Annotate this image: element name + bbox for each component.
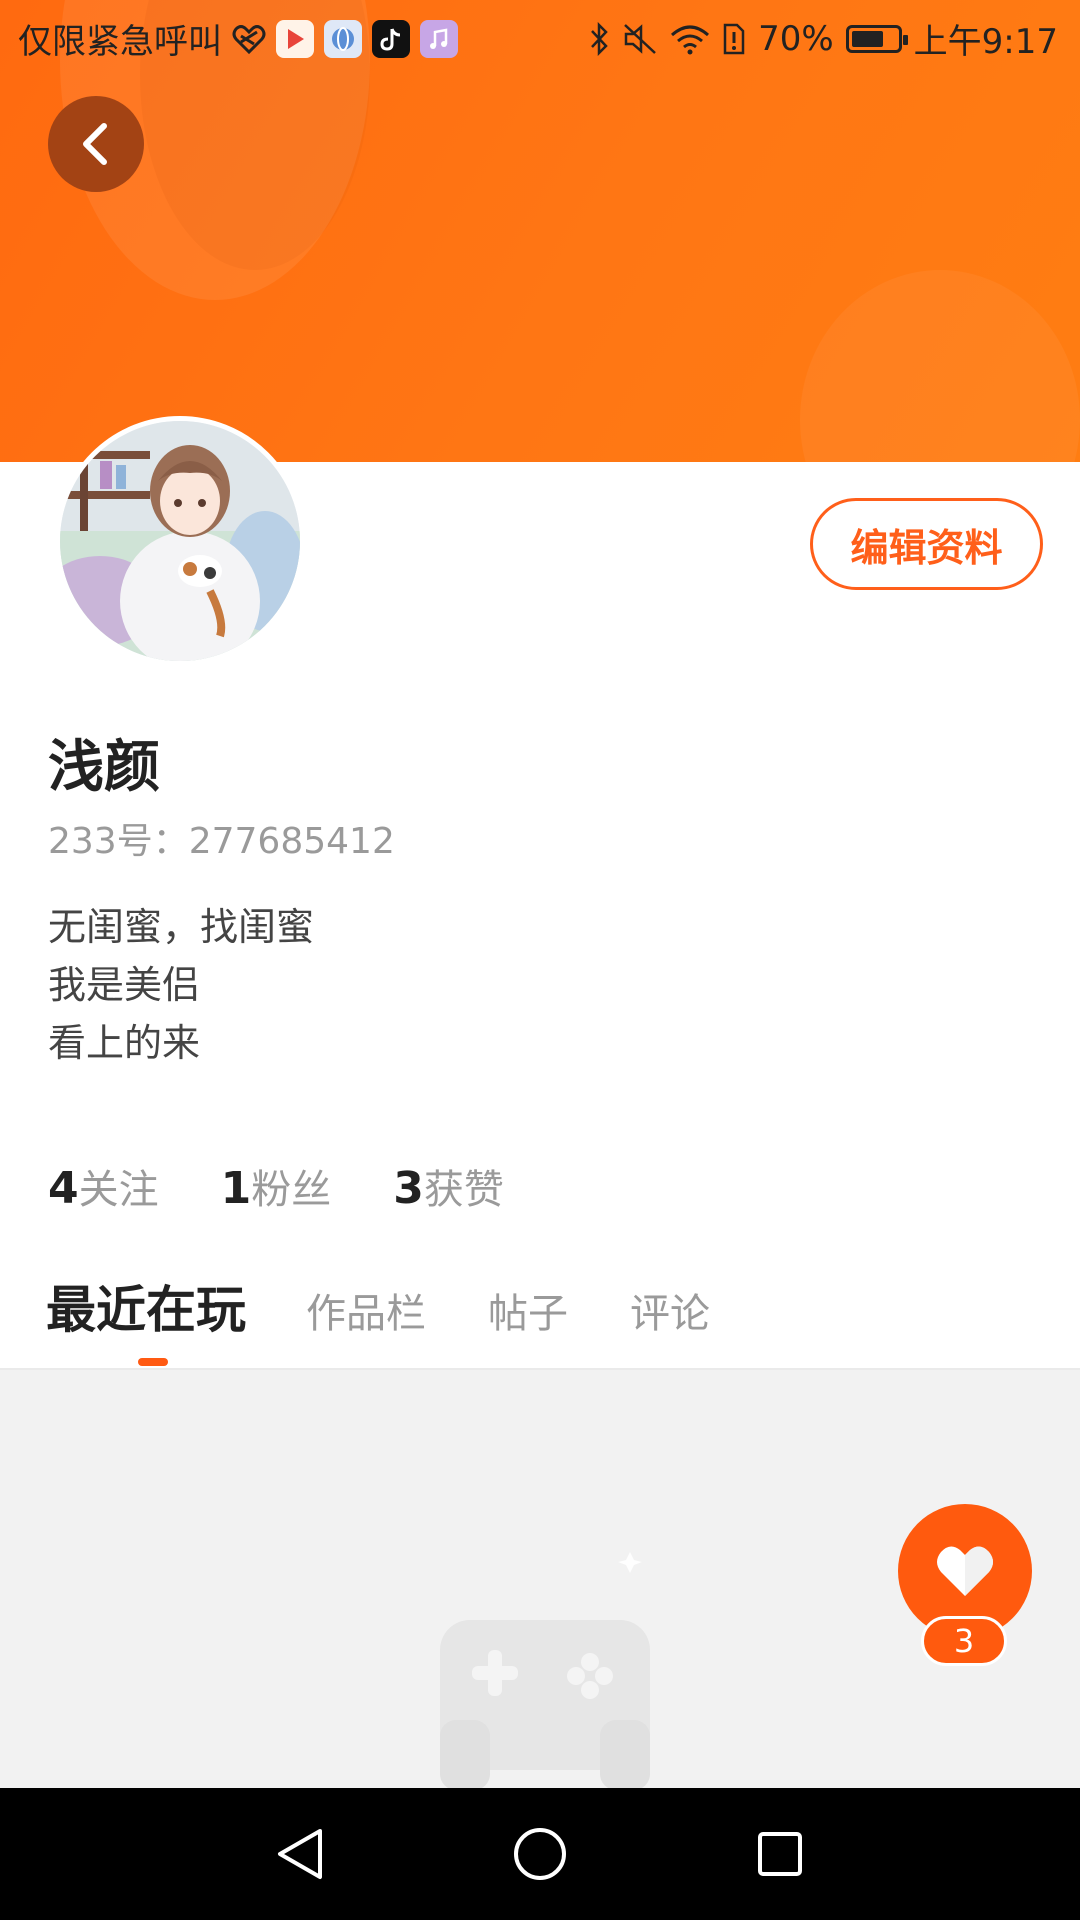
gamepad-icon xyxy=(430,1540,650,1794)
bio-line: 我是美侣 xyxy=(48,963,201,1007)
bio-line: 看上的来 xyxy=(48,1021,201,1065)
chevron-left-icon xyxy=(83,123,107,165)
likes-stat[interactable]: 3获赞 xyxy=(393,1157,504,1215)
mute-icon xyxy=(622,22,658,56)
user-id: 233号：277685412 xyxy=(48,821,395,862)
following-stat[interactable]: 4关注 xyxy=(48,1157,159,1215)
battery-percent: 70% xyxy=(758,18,834,59)
bluetooth-icon xyxy=(588,21,610,56)
video-app-icon xyxy=(276,19,314,58)
wifi-icon xyxy=(670,23,710,55)
tab-posts[interactable]: 帖子 xyxy=(488,1281,568,1339)
nav-recents-button[interactable] xyxy=(742,1816,818,1892)
tiktok-app-icon xyxy=(372,19,410,58)
system-nav-bar xyxy=(0,1788,1080,1920)
back-triangle-icon xyxy=(278,1829,322,1879)
clock: 上午9:17 xyxy=(913,22,1058,62)
profile-tabs: 最近在玩 作品栏 帖子 评论 xyxy=(46,1270,772,1342)
bio-line: 无闺蜜，找闺蜜 xyxy=(48,905,315,949)
carrier-label: 仅限紧急呼叫 xyxy=(18,22,222,62)
back-button[interactable] xyxy=(48,96,144,192)
bio: 无闺蜜，找闺蜜 我是美侣 看上的来 xyxy=(48,898,314,1072)
battery-icon xyxy=(845,24,908,53)
active-tab-indicator xyxy=(138,1358,168,1366)
browser-app-icon xyxy=(324,19,362,58)
username: 浅颜 xyxy=(48,735,160,800)
heart-link-icon xyxy=(232,24,266,54)
status-bar: 仅限紧急呼叫 70% 上午9:17 xyxy=(0,0,1080,72)
edit-profile-button[interactable]: 编辑资料 xyxy=(810,498,1043,590)
sim-alert-icon xyxy=(722,22,746,56)
profile-stats: 4关注 1粉丝 3获赞 xyxy=(48,1157,504,1215)
like-count-badge: 3 xyxy=(921,1616,1007,1666)
tab-comments[interactable]: 评论 xyxy=(630,1281,710,1339)
avatar[interactable] xyxy=(55,416,305,666)
heart-icon xyxy=(937,1546,993,1596)
home-circle-icon xyxy=(514,1828,566,1880)
music-app-icon xyxy=(420,19,458,58)
nav-back-button[interactable] xyxy=(262,1816,338,1892)
nav-home-button[interactable] xyxy=(502,1816,578,1892)
tab-works[interactable]: 作品栏 xyxy=(306,1281,426,1339)
tab-recently-played[interactable]: 最近在玩 xyxy=(46,1270,246,1342)
recents-square-icon xyxy=(758,1832,802,1876)
followers-stat[interactable]: 1粉丝 xyxy=(221,1157,332,1215)
